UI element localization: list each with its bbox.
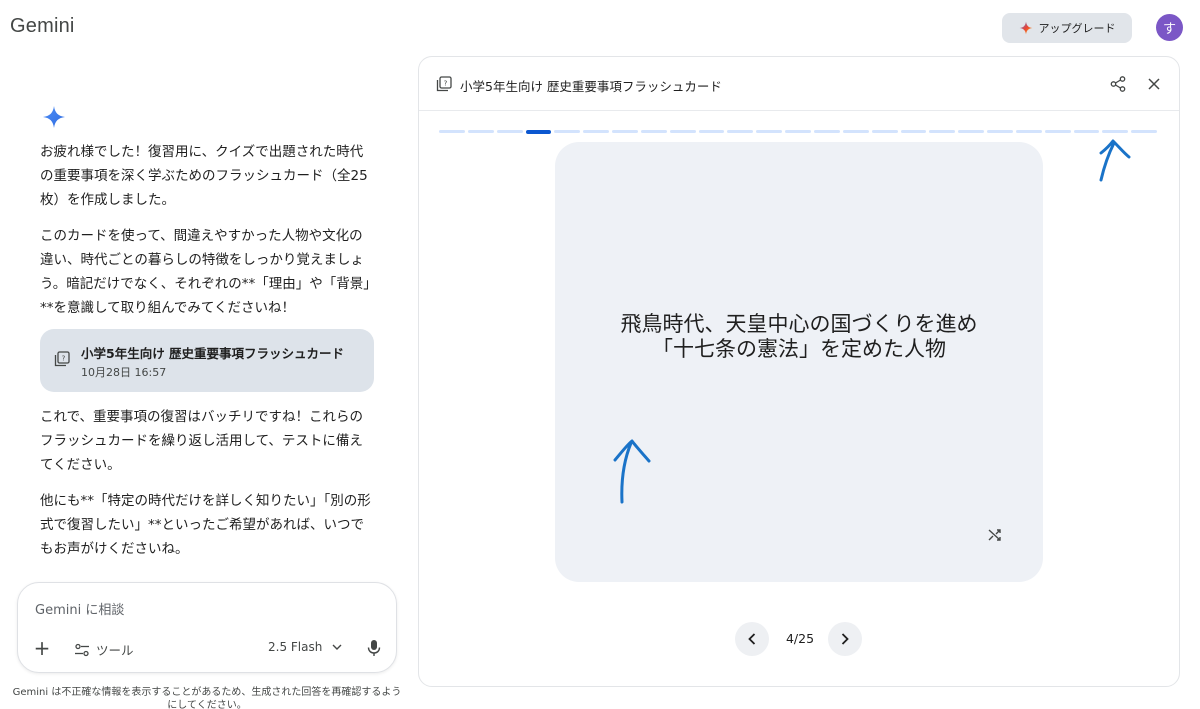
progress-segment <box>439 130 465 133</box>
question-line-1: 飛鳥時代、天皇中心の国づくりを進め <box>620 312 978 336</box>
progress-segment <box>785 130 811 133</box>
chip-title: 小学5年生向け 歴史重要事項フラッシュカード <box>81 346 345 361</box>
progress-segment <box>496 130 523 133</box>
upgrade-label: アップグレード <box>1038 22 1116 35</box>
text-line: このカードを使って、間違えやすかった人物や文化の <box>40 228 363 244</box>
progress-segment <box>900 130 927 133</box>
panel-header: ? 小学5年生向け 歴史重要事項フラッシュカード <box>419 57 1179 111</box>
progress-segment <box>1044 130 1071 133</box>
add-icon[interactable]: + <box>32 638 52 658</box>
flashcard-question: 飛鳥時代、天皇中心の国づくりを進め 「十七条の憲法」を定めた人物 <box>575 312 1023 362</box>
flashcard-document-chip[interactable]: ? 小学5年生向け 歴史重要事項フラッシュカード 10月28日 16:57 <box>40 329 374 392</box>
progress-segment <box>669 130 696 133</box>
progress-segment <box>813 130 840 133</box>
flashcard-panel: ? 小学5年生向け 歴史重要事項フラッシュカード 飛鳥時代、天皇中心の国づくりを… <box>418 56 1180 687</box>
progress-segment <box>1102 130 1129 133</box>
text-line: てください。 <box>40 457 121 473</box>
progress-segment <box>958 130 985 133</box>
panel-title: 小学5年生向け 歴史重要事項フラッシュカード <box>460 79 722 94</box>
progress-segment <box>929 130 956 133</box>
model-label: 2.5 Flash <box>268 640 323 654</box>
text-line: 式で復習したい」**といったご希望があれば、いつで <box>40 517 364 533</box>
progress-segment <box>1073 130 1100 133</box>
progress-segment <box>525 130 552 134</box>
progress-segment <box>467 130 494 133</box>
chip-date: 10月28日 16:57 <box>81 366 167 379</box>
svg-text:?: ? <box>444 80 448 88</box>
progress-segment <box>640 130 667 133</box>
response-paragraph-3: これで、重要事項の復習はバッチリですね！これらの フラッシュカードを繰り返し活用… <box>40 405 376 477</box>
chevron-down-icon <box>332 644 342 650</box>
next-card-button[interactable] <box>828 622 862 656</box>
tools-button[interactable]: ツール <box>74 640 134 659</box>
progress-segment <box>1015 130 1042 133</box>
progress-segment <box>554 130 581 133</box>
progress-segment <box>756 130 783 133</box>
progress-segment <box>1131 130 1158 133</box>
progress-segment <box>987 130 1013 133</box>
progress-segment <box>583 130 610 133</box>
tools-icon <box>75 643 89 656</box>
text-line: 違い、時代ごとの暮らしの特徴をしっかり覚えましょ <box>40 252 364 268</box>
text-line: これで、重要事項の復習はバッチリですね！これらの <box>40 409 364 425</box>
progress-segment <box>727 130 754 133</box>
progress-segment <box>871 130 898 133</box>
chevron-right-icon <box>841 633 849 645</box>
flashcards-icon: ? <box>436 76 452 92</box>
avatar[interactable]: す <box>1156 14 1183 41</box>
prompt-input-placeholder[interactable]: Gemini に相談 <box>35 599 124 618</box>
text-line: もお声がけくださいね。 <box>40 541 189 557</box>
progress-segment <box>842 130 869 133</box>
disclaimer-text: Gemini は不正確な情報を表示することがあるため、生成された回答を再確認する… <box>12 687 402 709</box>
tools-label: ツール <box>96 643 134 658</box>
flashcard[interactable]: 飛鳥時代、天皇中心の国づくりを進め 「十七条の憲法」を定めた人物 <box>555 142 1043 582</box>
text-line: お疲れ様でした！復習用に、クイズで出題された時代 <box>40 144 364 160</box>
previous-card-button[interactable] <box>735 622 769 656</box>
progress-segment <box>698 130 725 133</box>
text-line: 他にも**「特定の時代だけを詳しく知りたい」「別の形 <box>40 493 371 509</box>
close-icon[interactable] <box>1145 75 1163 93</box>
gemini-sparkle-icon <box>43 106 65 128</box>
text-line: 枚）を作成しました。 <box>40 192 175 208</box>
share-icon[interactable] <box>1109 75 1127 93</box>
svg-text:?: ? <box>62 355 66 363</box>
response-paragraph-2: このカードを使って、間違えやすかった人物や文化の 違い、時代ごとの暮らしの特徴を… <box>40 224 377 320</box>
text-line: **を意識して取り組んでみてくださいね！ <box>40 300 296 316</box>
microphone-icon[interactable] <box>366 639 382 657</box>
card-progress-bar <box>439 130 1158 134</box>
text-line: フラッシュカードを繰り返し活用して、テストに備え <box>40 433 363 449</box>
shuffle-icon[interactable] <box>987 527 1003 543</box>
app-brand[interactable]: Gemini <box>10 15 75 38</box>
question-line-2: 「十七条の憲法」を定めた人物 <box>652 337 946 361</box>
model-selector[interactable]: 2.5 Flash <box>268 640 342 654</box>
sparkle-icon <box>1019 21 1032 35</box>
response-paragraph-4: 他にも**「特定の時代だけを詳しく知りたい」「別の形 式で復習したい」**といっ… <box>40 489 376 561</box>
progress-segment <box>612 130 638 133</box>
flashcards-icon: ? <box>54 351 70 367</box>
text-line: う。暗記だけでなく、それぞれの**「理由」や「背景」 <box>40 276 377 292</box>
chevron-left-icon <box>748 633 756 645</box>
text-line: の重要事項を深く学ぶためのフラッシュカード（全25 <box>40 168 368 184</box>
upgrade-button[interactable]: アップグレード <box>1002 13 1132 43</box>
response-paragraph-1: お疲れ様でした！復習用に、クイズで出題された時代 の重要事項を深く学ぶためのフラ… <box>40 140 376 212</box>
top-bar: Gemini アップグレード す <box>0 0 1200 56</box>
prompt-input-box[interactable]: Gemini に相談 + ツール 2.5 Flash <box>17 582 397 673</box>
card-counter: 4/25 <box>785 631 815 646</box>
